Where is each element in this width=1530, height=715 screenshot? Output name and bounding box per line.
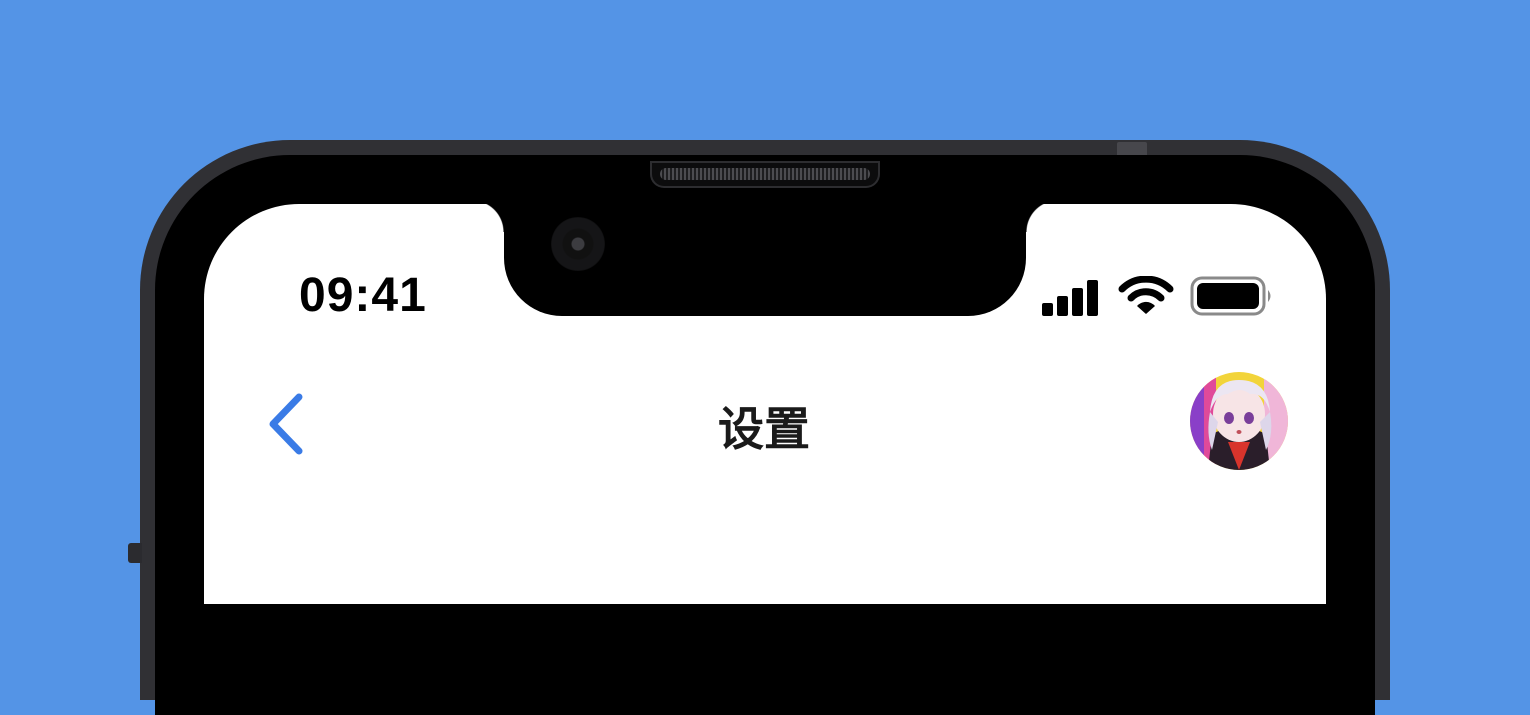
- back-button[interactable]: [262, 389, 312, 459]
- side-button: [128, 543, 142, 563]
- navigation-bar: 设置: [204, 369, 1326, 479]
- phone-screen: 09:41 设置: [204, 204, 1326, 604]
- chevron-left-icon: [269, 393, 303, 455]
- status-bar-icons: [1040, 272, 1280, 316]
- user-avatar[interactable]: [1190, 372, 1288, 470]
- page-title: 设置: [718, 402, 810, 456]
- earpiece-speaker-grill: [660, 168, 870, 180]
- cellular-signal-icon: [1042, 280, 1098, 316]
- wifi-icon: [1118, 276, 1174, 314]
- status-bar-time: 09:41: [299, 269, 427, 322]
- notch: [472, 204, 1058, 316]
- battery-icon: [1190, 276, 1271, 316]
- front-camera-icon: [551, 217, 605, 271]
- avatar-image: [1190, 372, 1288, 470]
